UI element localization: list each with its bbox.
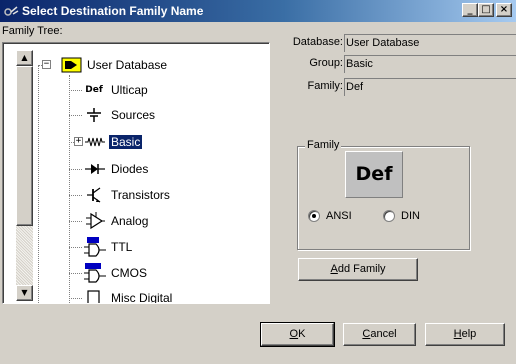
- family-field: Def: [344, 78, 516, 96]
- tree-item-ulticap[interactable]: Def Ulticap: [83, 80, 233, 100]
- opamp-icon: [86, 212, 105, 230]
- family-label: Family:: [307, 80, 343, 92]
- ansi-radio-circle[interactable]: [308, 210, 320, 222]
- tree-connector: [69, 195, 82, 196]
- scroll-thumb[interactable]: [16, 66, 33, 226]
- add-family-mnemonic: A: [330, 263, 338, 275]
- tree-item-label: Diodes: [111, 162, 149, 176]
- help-label: elp: [461, 328, 477, 340]
- tree-connector: [69, 221, 82, 222]
- database-field: User Database: [344, 34, 516, 52]
- add-family-label: dd Family: [337, 263, 386, 275]
- close-button[interactable]: ×: [496, 3, 512, 17]
- tree-connector: [69, 90, 82, 91]
- tree-item-misc-digital[interactable]: Misc Digital: [83, 288, 233, 304]
- add-family-button[interactable]: Add Family: [298, 258, 418, 281]
- tree-item-label: CMOS: [111, 266, 147, 280]
- cancel-button[interactable]: Cancel: [343, 323, 416, 346]
- help-mnemonic: H: [453, 328, 462, 340]
- maximize-button[interactable]: □: [478, 3, 494, 17]
- scroll-down-button[interactable]: ▼: [16, 285, 33, 301]
- ansi-radio-label[interactable]: ANSI: [326, 210, 352, 222]
- sources-icon: [87, 108, 101, 122]
- tree-item-label: Analog: [111, 214, 149, 228]
- ttl-gate-icon: [84, 237, 106, 257]
- app-icon: [4, 6, 19, 16]
- tree-connector: [69, 169, 82, 170]
- tree-item-label: Transistors: [111, 188, 170, 202]
- din-radio-circle[interactable]: [383, 210, 395, 222]
- tree-connector: [69, 115, 82, 116]
- help-button[interactable]: Help: [425, 323, 505, 346]
- tree-branch-line: [69, 75, 70, 303]
- tree-item-label: Basic: [109, 135, 143, 149]
- tree-vertical-scrollbar[interactable]: ▲ ▼: [16, 50, 33, 301]
- tree-item-sources[interactable]: Sources: [83, 105, 233, 125]
- ok-button[interactable]: OK: [260, 322, 335, 347]
- def-icon: Def: [85, 85, 103, 95]
- transistor-icon: [87, 187, 101, 203]
- database-label: Database:: [292, 36, 343, 48]
- title-bar[interactable]: Select Destination Family Name _ □ ×: [0, 0, 516, 22]
- expand-basic-toggle[interactable]: +: [74, 137, 83, 146]
- misc-digital-icon: [87, 290, 100, 303]
- din-radio[interactable]: DIN: [383, 209, 443, 223]
- family-tree[interactable]: − User Database Def Ulticap Sources + Ba…: [2, 42, 270, 304]
- tree-item-label: Ulticap: [111, 83, 148, 97]
- tree-item-diodes[interactable]: Diodes: [83, 159, 233, 179]
- din-radio-label[interactable]: DIN: [401, 210, 420, 222]
- tree-item-analog[interactable]: Analog: [83, 211, 233, 231]
- tree-trunk-line: [38, 65, 39, 303]
- group-label: Group:: [309, 57, 343, 69]
- window-title: Select Destination Family Name: [22, 4, 204, 18]
- tree-root-user-database[interactable]: User Database: [61, 55, 211, 75]
- tree-item-basic[interactable]: Basic: [83, 132, 233, 152]
- group-field: Basic: [344, 55, 516, 73]
- minimize-button[interactable]: _: [462, 3, 478, 17]
- ansi-radio[interactable]: ANSI: [308, 209, 368, 223]
- family-tree-label: Family Tree:: [2, 25, 63, 37]
- tree-item-label: User Database: [87, 58, 168, 72]
- ok-mnemonic: O: [289, 328, 299, 340]
- family-group-legend: Family: [305, 139, 342, 151]
- tree-connector: [69, 298, 82, 299]
- tree-item-cmos[interactable]: CMOS: [83, 263, 233, 283]
- resistor-icon: [85, 137, 105, 147]
- ok-label: K: [298, 328, 306, 340]
- cancel-label: ancel: [370, 328, 397, 340]
- cmos-gate-icon: [84, 263, 106, 283]
- tree-item-transistors[interactable]: Transistors: [83, 185, 233, 205]
- tree-item-label: Sources: [111, 108, 156, 122]
- tree-item-ttl[interactable]: TTL: [83, 237, 233, 257]
- tree-item-label: Misc Digital: [111, 291, 173, 304]
- family-symbol-preview: Def: [345, 151, 403, 198]
- radio-selected-dot: [312, 214, 316, 218]
- tree-connector: [69, 273, 82, 274]
- expand-root-toggle[interactable]: −: [42, 60, 51, 69]
- tree-connector: [69, 247, 82, 248]
- database-folder-icon: [61, 57, 82, 73]
- tree-item-label: TTL: [111, 240, 133, 254]
- diode-icon: [85, 164, 105, 174]
- scroll-up-button[interactable]: ▲: [16, 50, 33, 66]
